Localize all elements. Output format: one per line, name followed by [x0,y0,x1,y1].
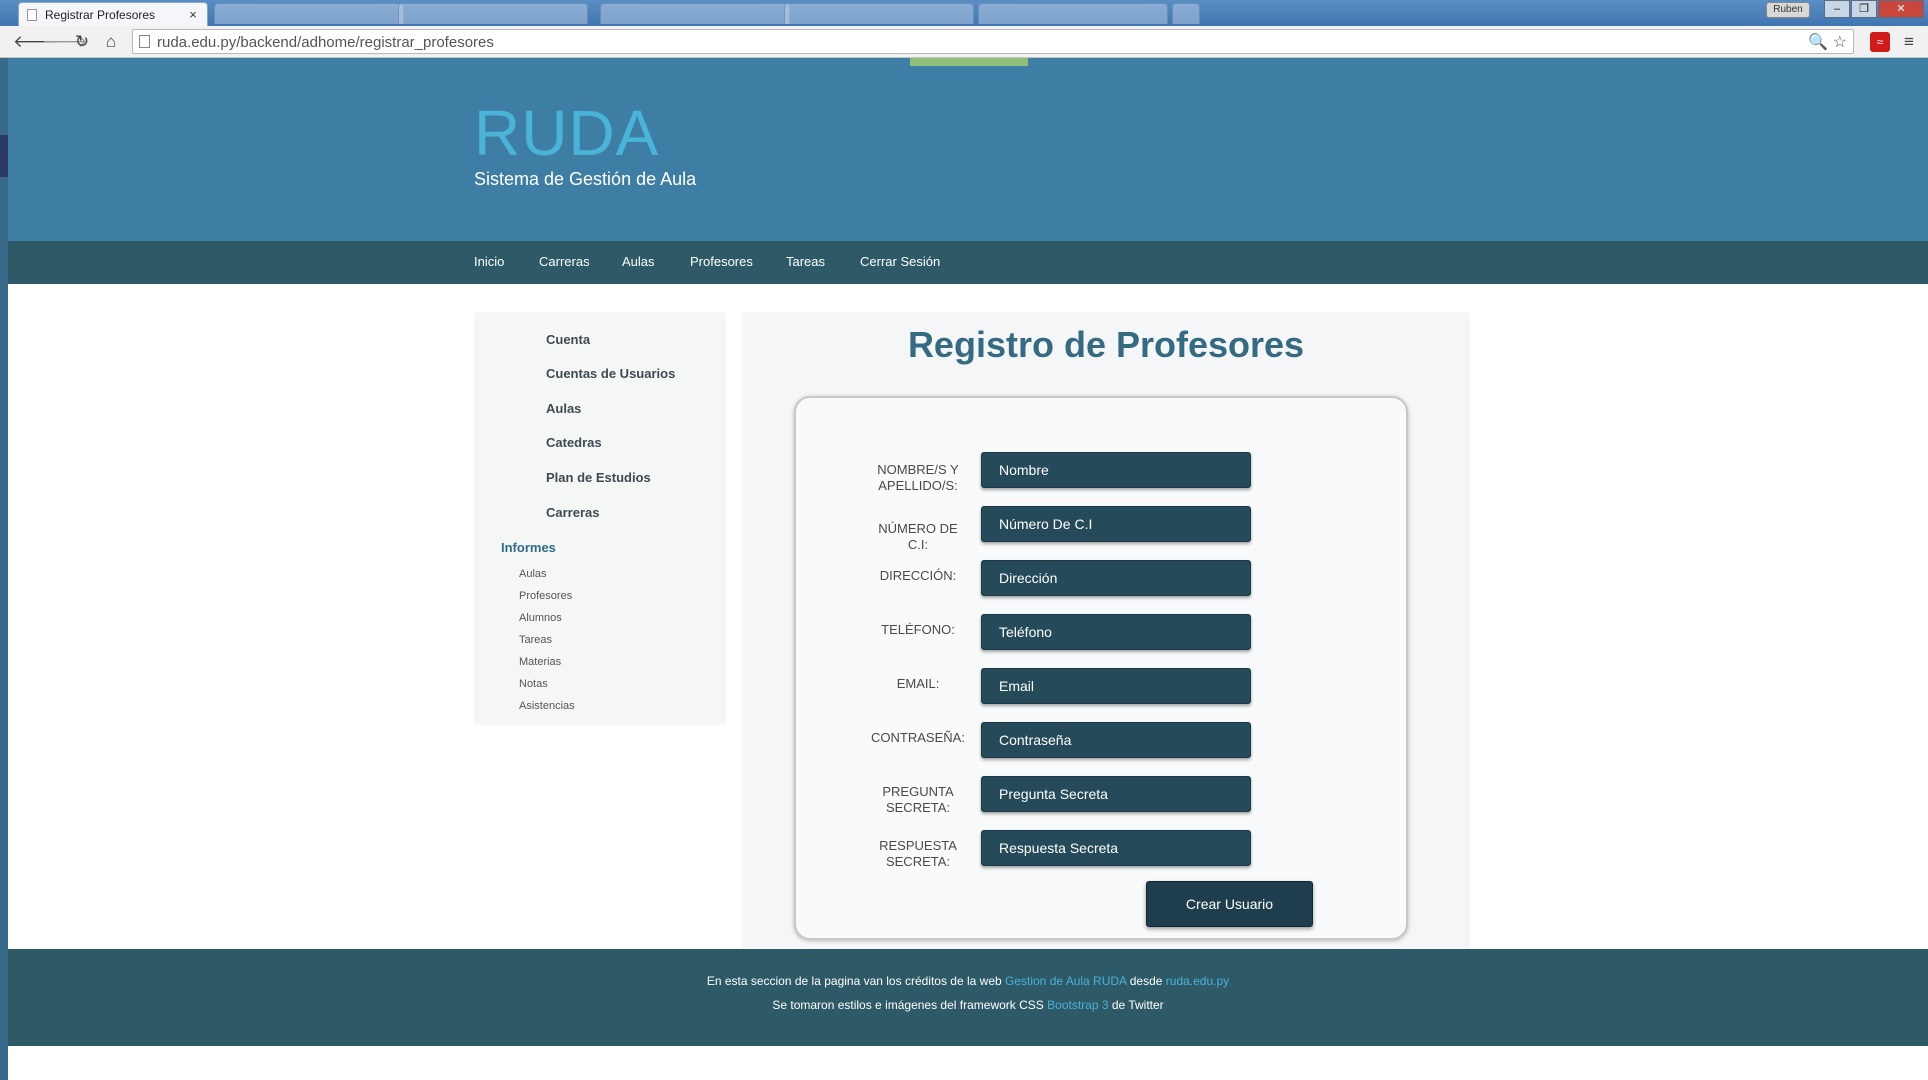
label-respuesta: Respuesta Secreta: [879,838,957,869]
tab-title: Registrar Profesores [45,7,156,22]
menu-icon[interactable]: ≡ [1898,32,1920,52]
minimize-button[interactable]: – [1824,0,1850,18]
back-icon[interactable]: 🡐 [13,32,59,52]
sidebar-item-plan-estudios[interactable]: Plan de Estudios [546,470,651,485]
sidebar-item-cuentas-usuarios[interactable]: Cuentas de Usuarios [546,366,675,381]
label-pregunta: Pregunta Secreta: [882,784,954,815]
nav-aulas[interactable]: Aulas [622,254,655,269]
sidebar-item-cuenta[interactable]: Cuenta [546,332,590,347]
new-tab-button[interactable] [1172,3,1200,24]
browser-toolbar: 🡐 🡒 ↻ ⌂ 🔍 ☆ ≈ ≡ [0,26,1928,58]
contrasena-input[interactable] [981,722,1251,758]
nav-tareas[interactable]: Tareas [786,254,825,269]
sidebar-sub-materias[interactable]: Materias [519,656,561,668]
footer-link-ruda[interactable]: Gestion de Aula RUDA [1005,974,1126,988]
footer-credits: En esta seccion de la pagina van los cré… [8,974,1928,988]
tab-registrar-profesores[interactable]: Registrar Profesores × [18,2,208,26]
header-accent [910,58,1028,66]
label-email: Email: [896,676,940,691]
site-tagline: Sistema de Gestión de Aula [474,169,697,189]
label-direccion: Dirección: [879,568,957,583]
nav-carreras[interactable]: Carreras [539,254,590,269]
maximize-button[interactable]: ❐ [1851,0,1877,18]
desktop-edge [0,135,8,177]
ci-input[interactable] [981,506,1251,542]
sidebar-heading-informes[interactable]: Informes [501,540,556,555]
pregunta-input[interactable] [981,776,1251,812]
site-brand[interactable]: RUDA [474,96,659,170]
main-content: Registro de Profesores Nombre/s Y Apelli… [742,312,1470,952]
nombre-input[interactable] [981,452,1251,488]
background-tab[interactable] [784,3,974,24]
url-input[interactable] [157,32,1797,52]
footer-link-bootstrap[interactable]: Bootstrap 3 [1047,998,1108,1012]
nav-profesores[interactable]: Profesores [690,254,753,269]
nav-cerrar-sesion[interactable]: Cerrar Sesión [860,254,940,269]
home-icon[interactable]: ⌂ [100,32,122,52]
sidebar-sub-asistencias[interactable]: Asistencias [519,700,575,712]
browser-titlebar: Registrar Profesores × Ruben – ❐ ✕ [0,0,1928,26]
background-tab[interactable] [398,3,588,24]
label-nombre: Nombre/s Y Apellido/s: [877,462,959,493]
close-window-button[interactable]: ✕ [1878,0,1924,18]
footer-framework: Se tomaron estilos e imágenes del framew… [8,998,1928,1012]
email-input[interactable] [981,668,1251,704]
footer-text: En esta seccion de la pagina van los cré… [706,974,1005,988]
page-title: Registro de Profesores [907,324,1305,365]
page-icon [139,35,150,48]
profile-button[interactable]: Ruben [1766,2,1810,18]
extension-icon[interactable]: ≈ [1870,32,1890,52]
footer-text: de Twitter [1108,998,1164,1012]
sidebar-sub-aulas[interactable]: Aulas [519,568,547,580]
footer-link-domain[interactable]: ruda.edu.py [1166,974,1229,988]
background-tab[interactable] [600,3,790,24]
main-nav: Inicio Carreras Aulas Profesores Tareas … [8,241,1928,284]
reload-icon[interactable]: ↻ [71,32,93,52]
respuesta-input[interactable] [981,830,1251,866]
site-header: RUDA Sistema de Gestión de Aula [8,58,1928,241]
search-star-icons[interactable]: 🔍 ☆ [1808,32,1847,52]
sidebar-item-aulas[interactable]: Aulas [546,401,581,416]
crear-usuario-button[interactable]: Crear Usuario [1146,881,1313,927]
direccion-input[interactable] [981,560,1251,596]
forward-icon[interactable]: 🡒 [42,32,88,52]
sidebar-item-catedras[interactable]: Catedras [546,435,602,450]
nav-inicio[interactable]: Inicio [474,254,504,269]
tab-close-icon[interactable]: × [187,7,199,22]
page: RUDA Sistema de Gestión de Aula Inicio C… [8,58,1928,1080]
sidebar-sub-tareas[interactable]: Tareas [519,634,552,646]
telefono-input[interactable] [981,614,1251,650]
background-tab[interactable] [978,3,1168,24]
sidebar-sub-notas[interactable]: Notas [519,678,548,690]
registration-form: Nombre/s Y Apellido/s: Número de C.I: Di… [794,396,1408,940]
site-footer: En esta seccion de la pagina van los cré… [8,949,1928,1046]
sidebar-sub-alumnos[interactable]: Alumnos [519,612,562,624]
page-icon [27,8,37,21]
footer-text: desde [1126,974,1166,988]
address-bar[interactable]: 🔍 ☆ [132,29,1854,54]
label-telefono: Teléfono: [881,622,955,637]
sidebar-item-carreras[interactable]: Carreras [546,505,600,520]
sidebar: Cuenta Cuentas de Usuarios Aulas Catedra… [474,312,726,725]
label-ci: Número de C.I: [878,521,958,552]
footer-text: Se tomaron estilos e imágenes del framew… [772,998,1048,1012]
background-tab[interactable] [214,3,404,24]
label-contrasena: Contraseña: [871,730,965,745]
sidebar-sub-profesores[interactable]: Profesores [519,590,572,602]
